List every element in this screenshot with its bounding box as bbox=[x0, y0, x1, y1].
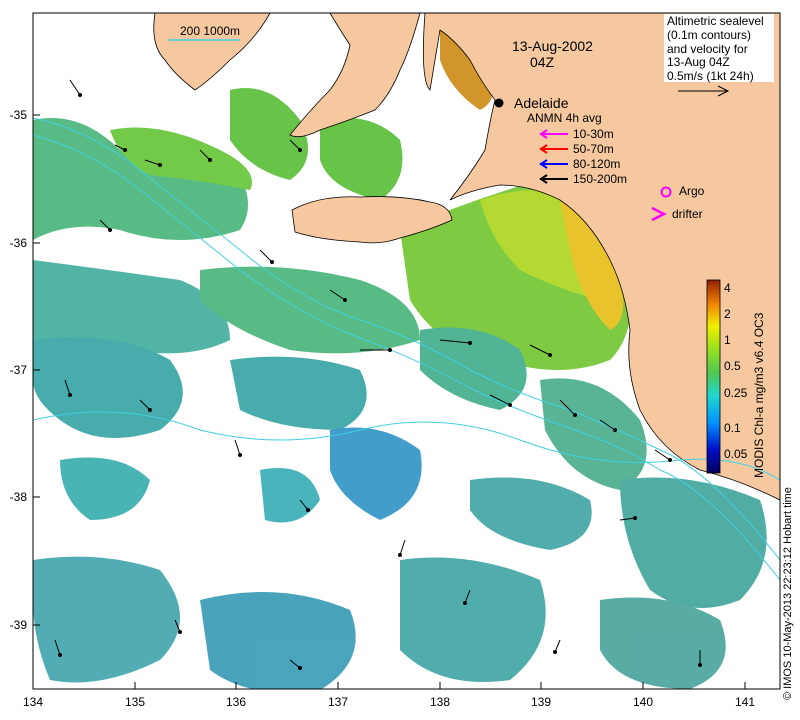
lon-tick-label: 140 bbox=[633, 695, 653, 709]
lat-tick-label: -35 bbox=[10, 108, 28, 122]
velocity-arrow bbox=[398, 539, 406, 557]
sealevel-line: and velocity for bbox=[667, 42, 748, 56]
lon-tick-label: 138 bbox=[430, 695, 450, 709]
chl-patch bbox=[540, 378, 647, 490]
chl-patch bbox=[230, 356, 367, 430]
credit-text: © IMOS 10-May-2013 22:23:12 Hobart time bbox=[782, 487, 794, 700]
lat-tick-label: -38 bbox=[10, 490, 28, 504]
colorbar-label: MODIS Chl-a mg/m3 v6.4 OC3 bbox=[752, 312, 766, 478]
anmn-title: ANMN 4h avg bbox=[527, 111, 602, 125]
anmn-entry-label: 150-200m bbox=[573, 172, 627, 186]
lon-tick-label: 136 bbox=[226, 695, 246, 709]
chlorophyll-map: 134 135 136 137 138 139 140 141 -35 -36 … bbox=[10, 12, 781, 709]
chl-patch bbox=[470, 477, 592, 550]
lon-tick-label: 134 bbox=[23, 695, 43, 709]
lat-tick-label: -36 bbox=[10, 236, 28, 250]
lat-tick-labels: -35 -36 -37 -38 -39 bbox=[10, 108, 28, 632]
chl-patch bbox=[60, 457, 150, 520]
colorbar-tick: 4 bbox=[724, 281, 731, 295]
chl-patch bbox=[200, 266, 420, 354]
chl-patch bbox=[33, 556, 180, 683]
colorbar-tick: 0.25 bbox=[724, 386, 748, 400]
time-label: 04Z bbox=[530, 54, 555, 70]
lat-tick-label: -37 bbox=[10, 363, 28, 377]
drifter-label: drifter bbox=[672, 207, 703, 221]
anmn-entry-label: 10-30m bbox=[573, 127, 614, 141]
colorbar-tick: 1 bbox=[724, 333, 731, 347]
lon-tick-label: 141 bbox=[735, 695, 755, 709]
velocity-arrow bbox=[553, 639, 561, 654]
depth-scale-label: 200 1000m bbox=[180, 24, 240, 38]
sealevel-line: Altimetric sealevel bbox=[667, 14, 764, 28]
city-label: Adelaide bbox=[514, 95, 569, 111]
velocity-arrow bbox=[234, 439, 242, 457]
colorbar-tick: 0.5 bbox=[724, 359, 741, 373]
lon-tick-marks bbox=[32, 682, 746, 689]
chl-patch bbox=[260, 468, 320, 523]
chl-patch bbox=[330, 427, 422, 520]
lat-tick-label: -39 bbox=[10, 618, 28, 632]
colorbar-tick: 0.05 bbox=[724, 447, 748, 461]
sealevel-line: (0.1m contours) bbox=[667, 28, 751, 42]
anmn-entry-label: 50-70m bbox=[573, 142, 614, 156]
colorbar-tick: 0.1 bbox=[724, 421, 741, 435]
anmn-entry-label: 80-120m bbox=[573, 157, 620, 171]
argo-label: Argo bbox=[679, 184, 705, 198]
date-label: 13-Aug-2002 bbox=[512, 38, 593, 54]
colorbar-tick: 2 bbox=[724, 307, 731, 321]
lon-tick-label: 135 bbox=[125, 695, 145, 709]
velocity-arrow bbox=[69, 79, 82, 97]
lon-tick-labels: 134 135 136 137 138 139 140 141 bbox=[23, 695, 755, 709]
yorke-peninsula bbox=[289, 13, 421, 138]
chl-patch bbox=[200, 592, 356, 689]
chl-patch bbox=[620, 477, 767, 608]
colorbar-gradient bbox=[706, 279, 721, 474]
chl-patch bbox=[320, 117, 403, 200]
adelaide-marker bbox=[494, 98, 504, 108]
chl-patch bbox=[400, 557, 546, 682]
chl-patch bbox=[600, 597, 726, 689]
velocity-arrow bbox=[259, 249, 274, 264]
sealevel-line: 13-Aug 04Z bbox=[667, 55, 730, 69]
sealevel-line: 0.5m/s (1kt 24h) bbox=[667, 69, 754, 83]
lon-tick-label: 137 bbox=[328, 695, 348, 709]
lon-tick-label: 139 bbox=[531, 695, 551, 709]
